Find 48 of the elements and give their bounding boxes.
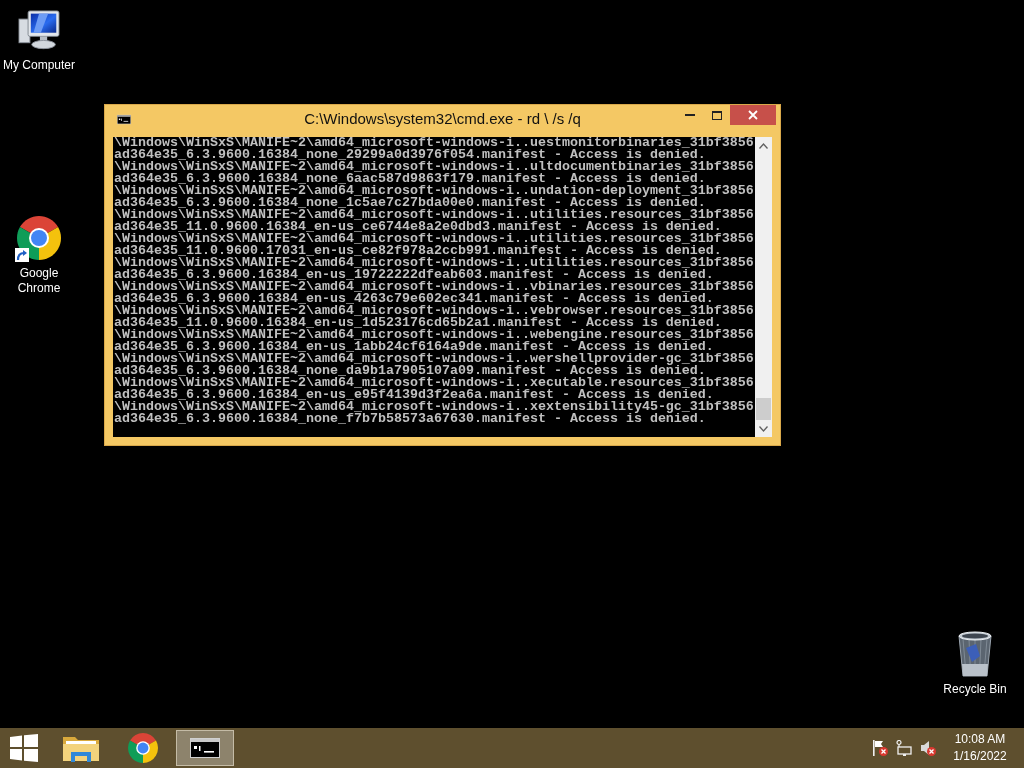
- network-icon[interactable]: [896, 740, 912, 756]
- start-icon: [10, 734, 38, 762]
- computer-icon[interactable]: [17, 10, 61, 50]
- desktop-icon-label[interactable]: My Computer: [0, 58, 78, 73]
- console-line: ad364e35_11.0.9600.16384_en-us_ce6744e8a2e0dbd3.manifest - Access is denied.: [114, 221, 722, 233]
- console-line: \Windows\WinSxS\MANIFE~2\amd64_microsoft-windows-i..utilities.resources_31bf3856: [114, 257, 754, 269]
- desktop-icon-label[interactable]: Google Chrome: [0, 266, 78, 296]
- console-line: ad364e35_6.3.9600.16384_none_29299a0d3976f054.manifest - Access is denied.: [114, 149, 706, 161]
- console-line: ad364e35_6.3.9600.16384_none_da9b1a7905107a09.manifest - Access is denied.: [114, 365, 706, 377]
- scrollbar[interactable]: [755, 137, 772, 437]
- console-line: \Windows\WinSxS\MANIFE~2\amd64_microsoft-windows-i..xextensibility45-gc_31bf3856: [114, 401, 754, 413]
- console-line: \Windows\WinSxS\MANIFE~2\amd64_microsoft-windows-i..vbinaries.resources_31bf3856: [114, 281, 754, 293]
- console-line: ad364e35_6.3.9600.16384_en-us_19722222dfeab603.manifest - Access is denied.: [114, 269, 714, 281]
- chevron-down-icon: [759, 425, 768, 432]
- console-line: ad364e35_11.0.9600.17031_en-us_ce82f978a2ccb991.manifest - Access is denied.: [114, 245, 722, 257]
- console-line: ad364e35_11.0.9600.16384_en-us_1d523176cd65b2a1.manifest - Access is denied.: [114, 317, 722, 329]
- speaker-muted-icon[interactable]: [920, 740, 936, 756]
- console-line: \Windows\WinSxS\MANIFE~2\amd64_microsoft-windows-i..utilities.resources_31bf3856: [114, 209, 754, 221]
- minimize-icon: [684, 114, 695, 116]
- trash-bin-icon[interactable]: [956, 630, 994, 678]
- close-icon: [748, 110, 758, 120]
- console-line: \Windows\WinSxS\MANIFE~2\amd64_microsoft-windows-i..vebrowser.resources_31bf3856: [114, 305, 754, 317]
- browser-icon: [128, 733, 158, 763]
- console-icon: [190, 738, 220, 758]
- scrollbar-thumb[interactable]: [756, 398, 771, 420]
- console-line: \Windows\WinSxS\MANIFE~2\amd64_microsoft-windows-i..ultdocumentbinaries_31bf3856: [114, 161, 754, 173]
- console-line: ad364e35_6.3.9600.16384_en-us_e95f4139d3f2ea6a.manifest - Access is denied.: [114, 389, 714, 401]
- close-button[interactable]: [730, 105, 776, 125]
- console-line: ad364e35_6.3.9600.16384_none_6aac587d9863f179.manifest - Access is denied.: [114, 173, 706, 185]
- console-line: \Windows\WinSxS\MANIFE~2\amd64_microsoft-windows-i..wershellprovider-gc_31bf3856: [114, 353, 754, 365]
- console-line: \Windows\WinSxS\MANIFE~2\amd64_microsoft-windows-i..xecutable.resources_31bf3856: [114, 377, 754, 389]
- console-line: \Windows\WinSxS\MANIFE~2\amd64_microsoft-windows-i..undation-deployment_31bf3856: [114, 185, 754, 197]
- desktop-icon-label[interactable]: Recycle Bin: [936, 682, 1014, 697]
- console-line: \Windows\WinSxS\MANIFE~2\amd64_microsoft-windows-i..webengine.resources_31bf3856: [114, 329, 754, 341]
- window-title: C:\Windows\system32\cmd.exe - rd \ /s /q: [304, 110, 581, 128]
- console-line: ad364e35_6.3.9600.16384_none_f7b7b58573a67630.manifest - Access is denied.: [114, 413, 706, 425]
- maximize-icon: [711, 110, 722, 120]
- clock-date: 1/16/2022: [953, 748, 1007, 765]
- clock-time: 10:08 AM: [954, 731, 1006, 748]
- console-line: ad364e35_6.3.9600.16384_en-us_4263c79e602ec341.manifest - Access is denied.: [114, 293, 714, 305]
- console-line: ad364e35_6.3.9600.16384_none_1c5ae7c27bda00e0.manifest - Access is denied.: [114, 197, 706, 209]
- flag-error-icon[interactable]: [872, 740, 888, 756]
- browser-icon[interactable]: [17, 216, 61, 260]
- console-line: ad364e35_6.3.9600.16384_en-us_1abb24cf6164a9de.manifest - Access is denied.: [114, 341, 714, 353]
- console-line: \Windows\WinSxS\MANIFE~2\amd64_microsoft-windows-i..utilities.resources_31bf3856: [114, 233, 754, 245]
- chevron-up-icon: [759, 142, 768, 149]
- taskbar-button[interactable]: [176, 730, 234, 766]
- console-icon: [117, 114, 131, 125]
